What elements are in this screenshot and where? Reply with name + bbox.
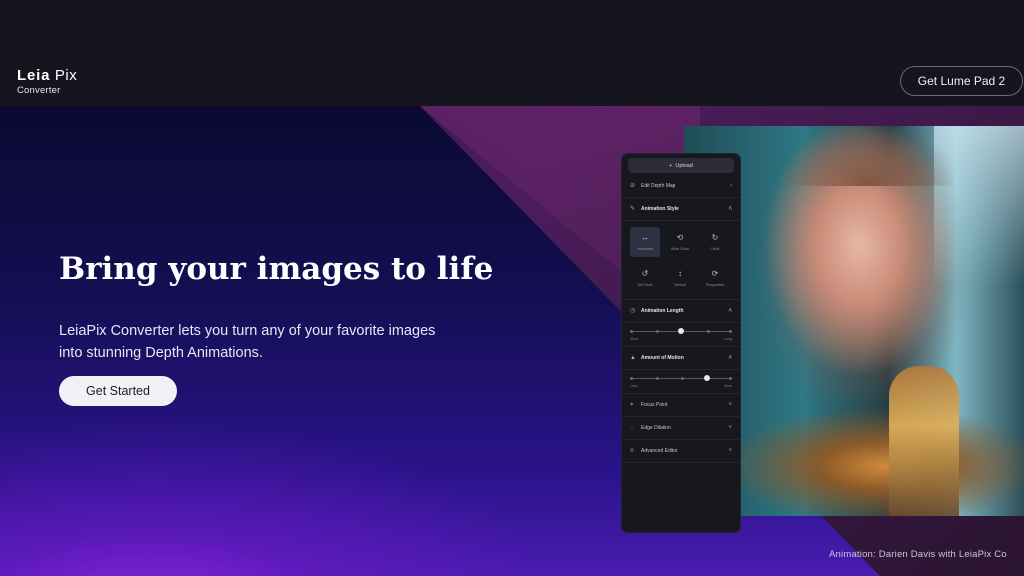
wide-circle-icon: ⟲ <box>676 232 684 242</box>
upload-button[interactable]: + Upload <box>628 158 734 173</box>
vertical-arrows-icon: ↕ <box>678 268 682 278</box>
pin-icon: ✎ <box>630 206 636 212</box>
slider-min-label: Less <box>630 384 638 388</box>
focus-point-label: Focus Point <box>641 402 668 408</box>
chevron-down-icon: ˅ <box>728 425 732 431</box>
chevron-up-icon: ˄ <box>728 206 732 212</box>
animation-style-grid: ↔ Horizontal ⟲ Wide Circle ↻ Circle ↺ Ta… <box>622 221 740 300</box>
slider-track[interactable] <box>630 327 732 335</box>
edit-depth-map-row[interactable]: ⊘ Edit Depth Map › <box>622 175 740 198</box>
advanced-editor-label: Advanced Editor <box>641 448 678 454</box>
portrait-golden-collar <box>889 366 959 516</box>
upload-label: Upload <box>675 162 693 169</box>
chevron-down-icon: ˅ <box>728 448 732 454</box>
hero-description: LeiaPix Converter lets you turn any of y… <box>59 323 436 361</box>
top-navigation-bar: Leia Pix Converter Get Lume Pad 2 <box>0 0 1024 106</box>
converter-settings-panel: + Upload ⊘ Edit Depth Map › ✎ Animation … <box>622 154 740 532</box>
edge-dilation-row[interactable]: ◌ Edge Dilation ˅ <box>622 417 740 440</box>
style-option-tall-circle[interactable]: ↺ Tall Circle <box>630 263 660 293</box>
amount-of-motion-slider[interactable]: Less More <box>622 370 740 394</box>
amount-of-motion-header[interactable]: ▲ Amount of Motion ˄ <box>622 347 740 370</box>
focus-icon: ⌖ <box>630 402 634 408</box>
style-option-perspective[interactable]: ⟳ Perspective <box>700 263 730 293</box>
animation-style-label: Animation Style <box>641 206 679 212</box>
amount-of-motion-label: Amount of Motion <box>641 355 684 361</box>
focus-point-row[interactable]: ⌖ Focus Point ˅ <box>622 394 740 417</box>
clock-icon: ◷ <box>630 308 636 314</box>
style-option-wide-circle[interactable]: ⟲ Wide Circle <box>665 227 695 257</box>
animation-length-header[interactable]: ◷ Animation Length ˄ <box>622 300 740 323</box>
perspective-icon: ⟳ <box>711 268 719 278</box>
tall-circle-icon: ↺ <box>641 268 649 278</box>
advanced-editor-row[interactable]: ≡ Advanced Editor ˅ <box>622 440 740 463</box>
chevron-up-icon: ˄ <box>728 355 732 361</box>
style-option-label: Circle <box>710 246 720 251</box>
get-lume-pad-button[interactable]: Get Lume Pad 2 <box>900 66 1023 96</box>
style-option-circle[interactable]: ↻ Circle <box>700 227 730 257</box>
animation-length-label: Animation Length <box>641 308 684 314</box>
style-option-label: Wide Circle <box>671 246 689 251</box>
chevron-right-icon: › <box>730 183 732 189</box>
hero-section: Bring your images to life LeiaPix Conver… <box>0 106 1024 576</box>
leiapix-logo[interactable]: Leia Pix Converter <box>17 68 77 96</box>
style-option-label: Perspective <box>705 282 725 287</box>
style-option-label: Horizontal <box>637 246 653 251</box>
hero-headline: Bring your images to life <box>59 251 494 287</box>
logo-wordmark: Leia Pix <box>17 67 78 84</box>
style-option-label: Tall Circle <box>637 282 653 287</box>
style-option-horizontal[interactable]: ↔ Horizontal <box>630 227 660 257</box>
plus-icon: + <box>669 162 673 169</box>
logo-subtitle: Converter <box>17 85 61 96</box>
mountain-icon: ▲ <box>630 355 636 361</box>
link-icon: ⊘ <box>630 183 636 189</box>
slider-knob[interactable] <box>678 328 684 334</box>
animation-style-header[interactable]: ✎ Animation Style ˄ <box>622 198 740 221</box>
slider-knob[interactable] <box>703 375 710 381</box>
chevron-up-icon: ˄ <box>728 308 732 314</box>
edge-dilation-label: Edge Dilation <box>641 425 671 431</box>
get-started-button[interactable]: Get Started <box>59 376 177 406</box>
horizontal-arrows-icon: ↔ <box>641 232 649 242</box>
animation-length-slider[interactable]: Short Long <box>622 323 740 347</box>
style-option-label: Vertical <box>674 282 686 287</box>
style-option-vertical[interactable]: ↕ Vertical <box>665 263 695 293</box>
portrait-hair <box>784 126 954 186</box>
slider-max-label: Long <box>724 337 732 341</box>
dilation-icon: ◌ <box>630 425 634 431</box>
circle-icon: ↻ <box>711 232 719 242</box>
animation-credit: Animation: Darien Davis with LeiaPix Co <box>829 549 1007 560</box>
slider-min-label: Short <box>630 337 639 341</box>
slider-max-label: More <box>724 384 732 388</box>
sliders-icon: ≡ <box>630 448 634 454</box>
chevron-down-icon: ˅ <box>728 402 732 408</box>
edit-depth-map-label: Edit Depth Map <box>641 183 676 189</box>
slider-track[interactable] <box>630 374 732 382</box>
